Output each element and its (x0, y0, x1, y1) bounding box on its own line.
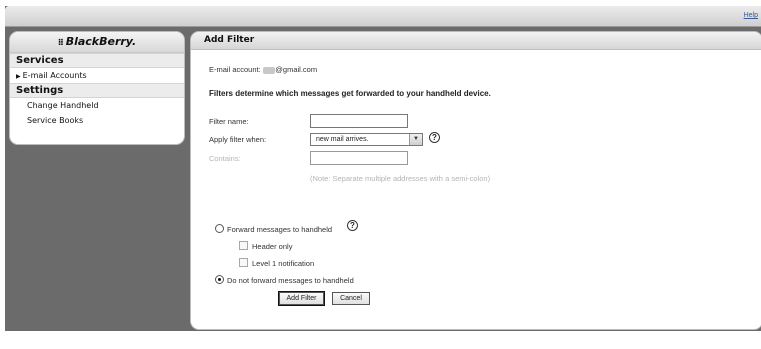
apply-filter-when-label: Apply filter when: (209, 135, 267, 144)
email-account-masked: ••••• (262, 66, 276, 74)
filter-description: Filters determine which messages get for… (209, 89, 491, 98)
blackberry-logo: ⁝⁝ BlackBerry. (10, 32, 184, 53)
app-frame: Help ⁝⁝ BlackBerry. Services ▶ E-mail Acco… (5, 6, 761, 331)
level1-notification-checkbox[interactable] (239, 258, 248, 267)
blackberry-logo-icon: ⁝⁝ (57, 38, 64, 48)
sidebar-item-email-accounts[interactable]: ▶ E-mail Accounts (10, 68, 184, 83)
email-account-label: E-mail account: (209, 65, 261, 74)
email-account-row: E-mail account: •••••@gmail.com (209, 65, 317, 74)
main-panel: Add Filter E-mail account: •••••@gmail.c… (190, 31, 761, 330)
cancel-button[interactable]: Cancel (332, 292, 370, 305)
services-heading: Services (10, 53, 184, 68)
contains-note: (Note: Separate multiple addresses with … (310, 174, 491, 183)
level1-notification-label: Level 1 notification (252, 259, 315, 268)
sidebar-item-service-books[interactable]: Service Books (10, 113, 184, 128)
header-only-label: Header only (252, 242, 293, 251)
top-bar: Help (5, 6, 761, 27)
settings-heading: Settings (10, 83, 184, 98)
contains-label: Contains: (209, 154, 241, 163)
help-circle-icon[interactable]: ? (429, 132, 440, 143)
header-only-checkbox[interactable] (239, 241, 248, 250)
contains-input[interactable] (310, 151, 408, 165)
sidebar-item-change-handheld[interactable]: Change Handheld (10, 98, 184, 113)
sidebar: ⁝⁝ BlackBerry. Services ▶ E-mail Accounts … (9, 31, 185, 145)
add-filter-button[interactable]: Add Filter (278, 291, 325, 306)
forward-messages-label: Forward messages to handheld (227, 225, 333, 234)
sidebar-item-label: E-mail Accounts (22, 71, 87, 80)
help-link[interactable]: Help (744, 12, 758, 19)
filter-name-label: Filter name: (209, 117, 249, 126)
help-circle-icon[interactable]: ? (347, 220, 358, 231)
email-account-domain: @gmail.com (275, 65, 318, 74)
do-not-forward-label: Do not forward messages to handheld (227, 276, 354, 285)
triangle-right-icon: ▶ (16, 73, 21, 80)
apply-filter-when-value: new mail arrives. (316, 136, 369, 143)
page-title: Add Filter (191, 32, 761, 50)
do-not-forward-radio[interactable] (215, 275, 224, 284)
logo-text: BlackBerry. (65, 35, 137, 48)
filter-form: E-mail account: •••••@gmail.com Filters … (191, 50, 761, 329)
chevron-down-icon: ▼ (409, 134, 422, 145)
filter-name-input[interactable] (310, 114, 408, 128)
apply-filter-when-select[interactable]: new mail arrives. ▼ (310, 133, 423, 146)
forward-messages-radio[interactable] (215, 224, 224, 233)
